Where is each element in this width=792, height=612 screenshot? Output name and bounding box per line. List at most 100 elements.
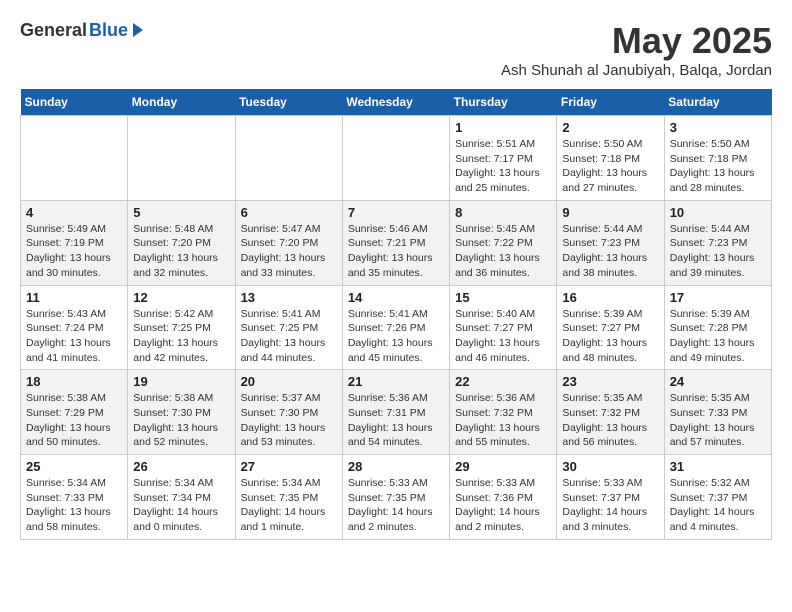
day-number: 1: [455, 120, 551, 135]
day-info: Sunrise: 5:48 AMSunset: 7:20 PMDaylight:…: [133, 222, 229, 281]
day-info: Sunrise: 5:44 AMSunset: 7:23 PMDaylight:…: [562, 222, 658, 281]
day-info: Sunrise: 5:47 AMSunset: 7:20 PMDaylight:…: [241, 222, 337, 281]
day-cell: 10Sunrise: 5:44 AMSunset: 7:23 PMDayligh…: [664, 200, 771, 285]
day-number: 6: [241, 205, 337, 220]
week-row-2: 4Sunrise: 5:49 AMSunset: 7:19 PMDaylight…: [21, 200, 772, 285]
day-number: 11: [26, 290, 122, 305]
day-cell: 2 Sunrise: 5:50 AMSunset: 7:18 PMDaylight…: [557, 116, 664, 201]
day-cell: 30 Sunrise: 5:33 AMSunset: 7:37 PMDayligh…: [557, 455, 664, 540]
day-number: 26: [133, 459, 229, 474]
page-header: General Blue May 2025 Ash Shunah al Janu…: [20, 20, 772, 79]
logo-blue-text: Blue: [89, 20, 128, 41]
day-info: Sunrise: 5:38 AMSunset: 7:30 PMDaylight:…: [133, 391, 229, 450]
day-cell: 11 Sunrise: 5:43 AMSunset: 7:24 PMDayligh…: [21, 285, 128, 370]
day-cell: 16 Sunrise: 5:39 AMSunset: 7:27 PMDayligh…: [557, 285, 664, 370]
day-number: 20: [241, 374, 337, 389]
day-info: Sunrise: 5:41 AMSunset: 7:25 PMDaylight:…: [241, 307, 337, 366]
day-cell: 9 Sunrise: 5:44 AMSunset: 7:23 PMDaylight…: [557, 200, 664, 285]
calendar-table: SundayMondayTuesdayWednesdayThursdayFrid…: [20, 89, 772, 540]
header-tuesday: Tuesday: [235, 89, 342, 116]
day-info: Sunrise: 5:42 AMSunset: 7:25 PMDaylight:…: [133, 307, 229, 366]
header-wednesday: Wednesday: [342, 89, 449, 116]
day-info: Sunrise: 5:49 AMSunset: 7:19 PMDaylight:…: [26, 222, 122, 281]
day-info: Sunrise: 5:45 AMSunset: 7:22 PMDaylight:…: [455, 222, 551, 281]
day-info: Sunrise: 5:35 AMSunset: 7:33 PMDaylight:…: [670, 391, 766, 450]
day-cell: 23Sunrise: 5:35 AMSunset: 7:32 PMDayligh…: [557, 370, 664, 455]
month-title: May 2025: [501, 20, 772, 62]
day-cell: [128, 116, 235, 201]
day-cell: 25Sunrise: 5:34 AMSunset: 7:33 PMDayligh…: [21, 455, 128, 540]
day-number: 31: [670, 459, 766, 474]
day-number: 15: [455, 290, 551, 305]
day-cell: 26Sunrise: 5:34 AMSunset: 7:34 PMDayligh…: [128, 455, 235, 540]
logo-general-text: General: [20, 20, 87, 41]
day-info: Sunrise: 5:37 AMSunset: 7:30 PMDaylight:…: [241, 391, 337, 450]
day-info: Sunrise: 5:32 AMSunset: 7:37 PMDaylight:…: [670, 476, 766, 535]
week-row-3: 11 Sunrise: 5:43 AMSunset: 7:24 PMDayligh…: [21, 285, 772, 370]
week-row-5: 25Sunrise: 5:34 AMSunset: 7:33 PMDayligh…: [21, 455, 772, 540]
day-number: 12: [133, 290, 229, 305]
week-row-1: 1 Sunrise: 5:51 AMSunset: 7:17 PMDaylight…: [21, 116, 772, 201]
day-cell: 1 Sunrise: 5:51 AMSunset: 7:17 PMDaylight…: [450, 116, 557, 201]
day-cell: 28 Sunrise: 5:33 AMSunset: 7:35 PMDayligh…: [342, 455, 449, 540]
day-cell: 18 Sunrise: 5:38 AMSunset: 7:29 PMDayligh…: [21, 370, 128, 455]
day-info: Sunrise: 5:33 AMSunset: 7:35 PMDaylight:…: [348, 476, 444, 535]
day-cell: 15 Sunrise: 5:40 AMSunset: 7:27 PMDayligh…: [450, 285, 557, 370]
day-number: 18: [26, 374, 122, 389]
day-number: 21: [348, 374, 444, 389]
day-cell: 3 Sunrise: 5:50 AMSunset: 7:18 PMDaylight…: [664, 116, 771, 201]
day-cell: 13 Sunrise: 5:41 AMSunset: 7:25 PMDayligh…: [235, 285, 342, 370]
day-number: 28: [348, 459, 444, 474]
location-text: Ash Shunah al Janubiyah, Balqa, Jordan: [501, 62, 772, 79]
week-row-4: 18 Sunrise: 5:38 AMSunset: 7:29 PMDayligh…: [21, 370, 772, 455]
day-info: Sunrise: 5:50 AMSunset: 7:18 PMDaylight:…: [562, 137, 658, 196]
day-info: Sunrise: 5:33 AMSunset: 7:37 PMDaylight:…: [562, 476, 658, 535]
day-cell: 29 Sunrise: 5:33 AMSunset: 7:36 PMDayligh…: [450, 455, 557, 540]
logo: General Blue: [20, 20, 143, 41]
header-sunday: Sunday: [21, 89, 128, 116]
day-cell: 7Sunrise: 5:46 AMSunset: 7:21 PMDaylight…: [342, 200, 449, 285]
header-thursday: Thursday: [450, 89, 557, 116]
day-cell: 4Sunrise: 5:49 AMSunset: 7:19 PMDaylight…: [21, 200, 128, 285]
day-number: 10: [670, 205, 766, 220]
day-cell: 20 Sunrise: 5:37 AMSunset: 7:30 PMDayligh…: [235, 370, 342, 455]
day-number: 9: [562, 205, 658, 220]
day-cell: 21Sunrise: 5:36 AMSunset: 7:31 PMDayligh…: [342, 370, 449, 455]
day-number: 2: [562, 120, 658, 135]
day-info: Sunrise: 5:33 AMSunset: 7:36 PMDaylight:…: [455, 476, 551, 535]
day-cell: [21, 116, 128, 201]
day-cell: 17Sunrise: 5:39 AMSunset: 7:28 PMDayligh…: [664, 285, 771, 370]
day-info: Sunrise: 5:41 AMSunset: 7:26 PMDaylight:…: [348, 307, 444, 366]
day-cell: 14 Sunrise: 5:41 AMSunset: 7:26 PMDayligh…: [342, 285, 449, 370]
day-info: Sunrise: 5:50 AMSunset: 7:18 PMDaylight:…: [670, 137, 766, 196]
day-number: 24: [670, 374, 766, 389]
day-number: 5: [133, 205, 229, 220]
day-cell: 27Sunrise: 5:34 AMSunset: 7:35 PMDayligh…: [235, 455, 342, 540]
header-friday: Friday: [557, 89, 664, 116]
day-number: 30: [562, 459, 658, 474]
day-info: Sunrise: 5:40 AMSunset: 7:27 PMDaylight:…: [455, 307, 551, 366]
day-info: Sunrise: 5:51 AMSunset: 7:17 PMDaylight:…: [455, 137, 551, 196]
day-info: Sunrise: 5:43 AMSunset: 7:24 PMDaylight:…: [26, 307, 122, 366]
logo-arrow-icon: [133, 23, 143, 37]
day-number: 13: [241, 290, 337, 305]
day-cell: 19Sunrise: 5:38 AMSunset: 7:30 PMDayligh…: [128, 370, 235, 455]
day-number: 3: [670, 120, 766, 135]
day-info: Sunrise: 5:39 AMSunset: 7:27 PMDaylight:…: [562, 307, 658, 366]
day-number: 8: [455, 205, 551, 220]
day-number: 14: [348, 290, 444, 305]
day-cell: 6 Sunrise: 5:47 AMSunset: 7:20 PMDaylight…: [235, 200, 342, 285]
day-number: 29: [455, 459, 551, 474]
day-number: 17: [670, 290, 766, 305]
day-number: 23: [562, 374, 658, 389]
day-info: Sunrise: 5:38 AMSunset: 7:29 PMDaylight:…: [26, 391, 122, 450]
day-cell: 12 Sunrise: 5:42 AMSunset: 7:25 PMDayligh…: [128, 285, 235, 370]
day-info: Sunrise: 5:36 AMSunset: 7:32 PMDaylight:…: [455, 391, 551, 450]
day-number: 16: [562, 290, 658, 305]
day-cell: 8 Sunrise: 5:45 AMSunset: 7:22 PMDaylight…: [450, 200, 557, 285]
day-cell: 5 Sunrise: 5:48 AMSunset: 7:20 PMDaylight…: [128, 200, 235, 285]
day-info: Sunrise: 5:34 AMSunset: 7:33 PMDaylight:…: [26, 476, 122, 535]
day-number: 27: [241, 459, 337, 474]
header-saturday: Saturday: [664, 89, 771, 116]
header-monday: Monday: [128, 89, 235, 116]
